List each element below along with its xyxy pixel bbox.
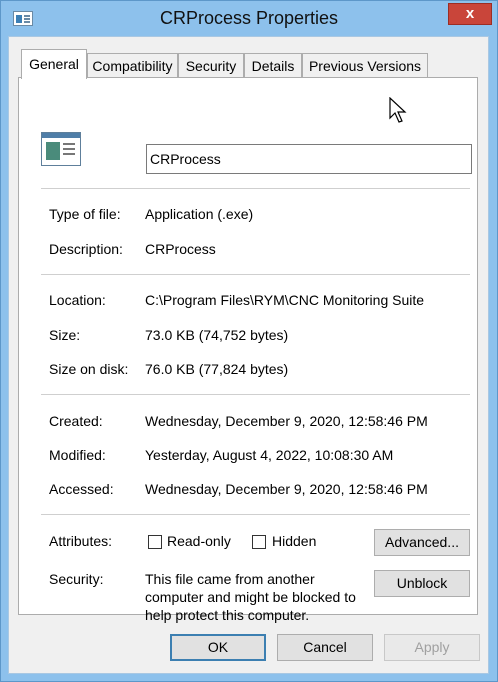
- dialog-client-area: General Compatibility Security Details P…: [8, 36, 489, 674]
- location-value: C:\Program Files\RYM\CNC Monitoring Suit…: [145, 292, 425, 308]
- created-label: Created:: [49, 413, 103, 429]
- modified-label: Modified:: [49, 447, 106, 463]
- mouse-pointer-icon: [389, 97, 407, 123]
- tab-compatibility[interactable]: Compatibility: [87, 53, 178, 77]
- security-label: Security:: [49, 571, 104, 587]
- divider: [41, 394, 470, 395]
- attributes-label: Attributes:: [49, 533, 113, 549]
- application-window-icon: [41, 132, 81, 166]
- size-on-disk-label: Size on disk:: [49, 361, 129, 377]
- description-value: CRProcess: [145, 241, 216, 257]
- close-button[interactable]: x: [448, 3, 492, 25]
- created-value: Wednesday, December 9, 2020, 12:58:46 PM: [145, 413, 428, 429]
- unblock-button[interactable]: Unblock: [374, 570, 470, 597]
- apply-button[interactable]: Apply: [384, 634, 480, 661]
- size-value: 73.0 KB (74,752 bytes): [145, 327, 289, 343]
- modified-value: Yesterday, August 4, 2022, 10:08:30 AM: [145, 447, 394, 463]
- advanced-button[interactable]: Advanced...: [374, 529, 470, 556]
- tab-security[interactable]: Security: [178, 53, 244, 77]
- type-of-file-label: Type of file:: [49, 206, 121, 222]
- general-tab-panel: CRProcess Type of file: Application (.ex…: [18, 77, 478, 623]
- accessed-label: Accessed:: [49, 481, 114, 497]
- description-label: Description:: [49, 241, 123, 257]
- file-name-field[interactable]: CRProcess: [146, 144, 472, 174]
- location-label: Location:: [49, 292, 106, 308]
- divider: [41, 188, 470, 189]
- hidden-label[interactable]: Hidden: [272, 533, 316, 549]
- type-of-file-value: Application (.exe): [145, 206, 254, 222]
- ok-button[interactable]: OK: [170, 634, 266, 661]
- hidden-checkbox[interactable]: [252, 535, 266, 549]
- cancel-button[interactable]: Cancel: [277, 634, 373, 661]
- readonly-checkbox[interactable]: [148, 535, 162, 549]
- window-title: CRProcess Properties: [159, 8, 339, 28]
- title-bar[interactable]: CRProcess Properties x: [1, 1, 497, 37]
- properties-window: CRProcess Properties x General Compatibi…: [0, 0, 498, 682]
- size-on-disk-value: 76.0 KB (77,824 bytes): [145, 361, 289, 377]
- accessed-value: Wednesday, December 9, 2020, 12:58:46 PM: [145, 481, 428, 497]
- readonly-label[interactable]: Read-only: [167, 533, 231, 549]
- tab-general[interactable]: General: [21, 49, 87, 79]
- security-message: This file came from another computer and…: [145, 571, 356, 623]
- divider: [41, 514, 470, 515]
- tab-previous-versions[interactable]: Previous Versions: [302, 53, 428, 77]
- divider: [41, 274, 470, 275]
- size-label: Size:: [49, 327, 81, 343]
- tab-details[interactable]: Details: [244, 53, 302, 77]
